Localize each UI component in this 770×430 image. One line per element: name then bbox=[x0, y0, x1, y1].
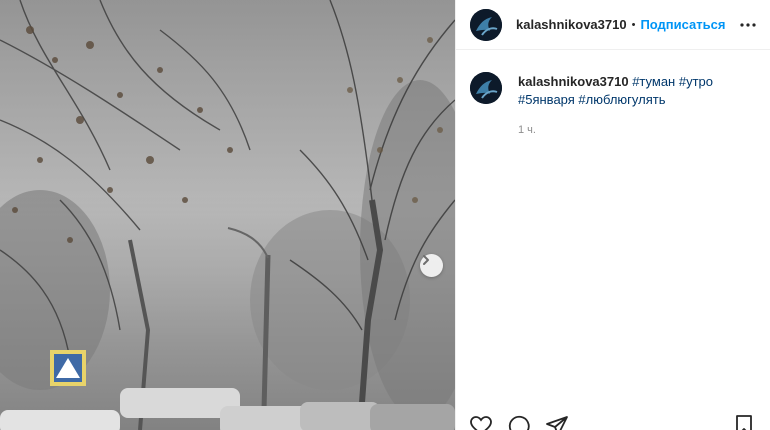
avatar-image bbox=[470, 8, 502, 41]
hashtag[interactable]: #утро bbox=[679, 74, 713, 89]
caption-text: kalashnikova3710 #туман #утро #5января #… bbox=[518, 73, 748, 109]
post-author-username[interactable]: kalashnikova3710 bbox=[516, 17, 627, 32]
avatar-image bbox=[470, 72, 502, 104]
bookmark-icon[interactable] bbox=[732, 414, 756, 430]
heart-icon[interactable] bbox=[469, 414, 493, 430]
caption-body: kalashnikova3710 #туман #утро #5января #… bbox=[518, 73, 748, 139]
caption-username[interactable]: kalashnikova3710 bbox=[518, 74, 629, 89]
post-header: kalashnikova3710 • Подписаться bbox=[456, 0, 770, 50]
post-actions bbox=[455, 414, 770, 430]
chevron-right-icon bbox=[423, 255, 429, 265]
avatar[interactable] bbox=[470, 8, 502, 41]
hashtag[interactable]: #люблюгулять bbox=[578, 92, 665, 107]
paper-plane-icon[interactable] bbox=[545, 414, 569, 430]
more-horizontal-icon bbox=[740, 22, 756, 27]
hashtag[interactable]: #туман bbox=[632, 74, 675, 89]
follow-button[interactable]: Подписаться bbox=[640, 17, 725, 32]
hashtag[interactable]: #5января bbox=[518, 92, 575, 107]
post-photo[interactable] bbox=[0, 0, 455, 430]
caption: kalashnikova3710 #туман #утро #5января #… bbox=[456, 50, 770, 139]
more-options-button[interactable] bbox=[740, 22, 756, 27]
comment-icon[interactable] bbox=[507, 414, 531, 430]
next-photo-button[interactable] bbox=[420, 254, 443, 277]
post-time[interactable]: 1 ч. bbox=[518, 121, 748, 139]
caption-avatar[interactable] bbox=[470, 72, 502, 104]
foggy-street-image bbox=[0, 0, 455, 430]
separator-dot: • bbox=[631, 18, 636, 31]
post-side-panel: kalashnikova3710 • Подписаться kalashnik… bbox=[455, 0, 770, 430]
